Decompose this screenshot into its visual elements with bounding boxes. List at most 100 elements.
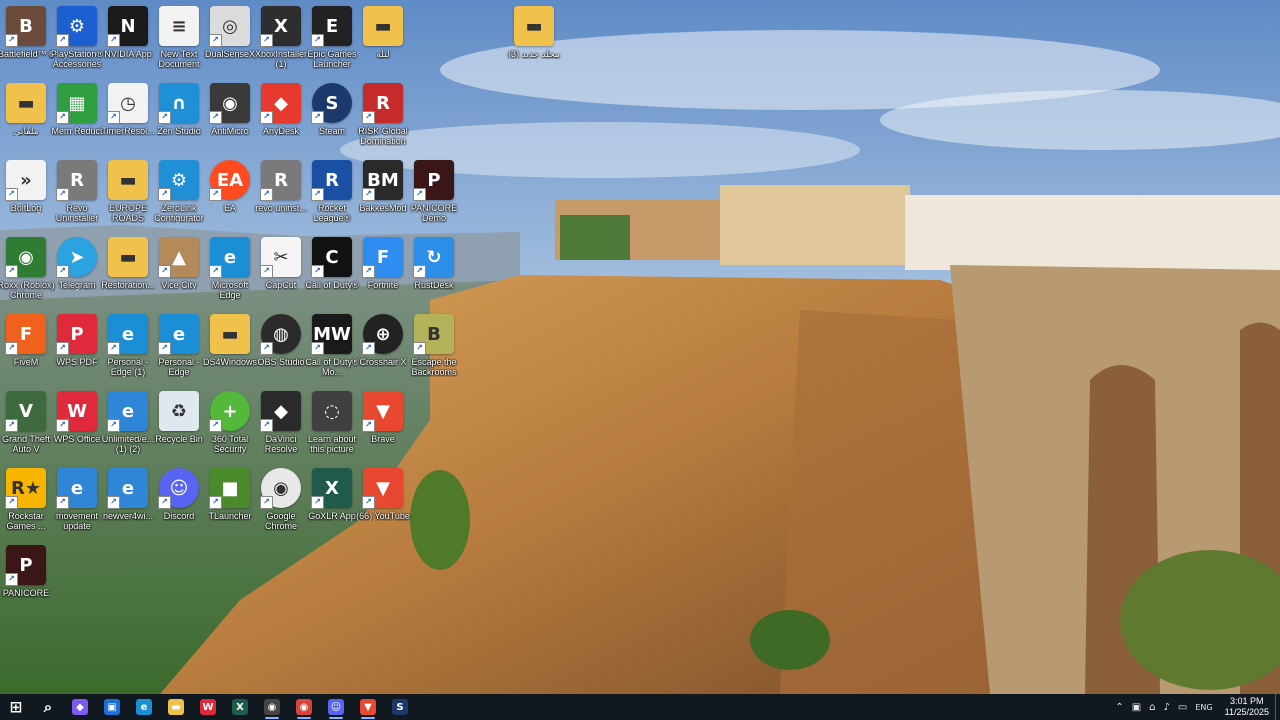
desktop-icon-dualsensex[interactable]: ◎ ↗ DualSenseX bbox=[204, 2, 256, 78]
desktop-icon-360-total-security[interactable]: + ↗ 360 Total Security bbox=[204, 387, 256, 463]
desktop-icon-telegram[interactable]: ➤ ↗ Telegram bbox=[51, 233, 103, 309]
desktop-icon-escape-the-backrooms[interactable]: B ↗ Escape the Backrooms bbox=[408, 310, 460, 386]
desktop-icon-zen-studio[interactable]: ∩ ↗ Zen Studio bbox=[153, 79, 205, 155]
desktop-icon-label: (66) YouTube bbox=[356, 511, 410, 521]
shortcut-arrow-icon: ↗ bbox=[311, 496, 324, 509]
chevron-up-icon[interactable]: ⌃ bbox=[1115, 702, 1123, 713]
desktop-icon-risk-global-domination[interactable]: R ↗ RISK Global Domination bbox=[357, 79, 409, 155]
desktop-icon-nvidia-app[interactable]: N ↗ NVIDIA App bbox=[102, 2, 154, 78]
desktop-icon-antimicro[interactable]: ◉ ↗ AntiMicro bbox=[204, 79, 256, 155]
app-icon: MW ↗ bbox=[311, 314, 352, 355]
desktop-icon-anydesk[interactable]: ◆ ↗ AnyDesk bbox=[255, 79, 307, 155]
desktop-icon-unlimited-e-1-2[interactable]: e ↗ Unlimited/e... (1) (2) bbox=[102, 387, 154, 463]
desktop-icon-brave[interactable]: ▼ ↗ Brave bbox=[357, 387, 409, 463]
discord-taskbar-icon: ☺ bbox=[328, 699, 344, 715]
desktop-icon-discord[interactable]: ☺ ↗ Discord bbox=[153, 464, 205, 540]
desktop-icon-rocket-league[interactable]: R ↗ Rocket League® bbox=[306, 156, 358, 232]
language-indicator[interactable]: ENG bbox=[1195, 703, 1212, 712]
desktop-icon-restoration[interactable]: ▬ Restoration... bbox=[101, 233, 155, 309]
tray-app-icon[interactable]: ▣ bbox=[1132, 702, 1141, 713]
app-icon: ▬ bbox=[363, 6, 403, 46]
desktop-icon-ea[interactable]: EA ↗ EA bbox=[204, 156, 256, 232]
desktop-icon-revo-uninstaller[interactable]: R ↗ Revo Uninstaller bbox=[51, 156, 103, 232]
store-taskbar-button[interactable]: ▣ bbox=[96, 694, 128, 720]
desktop-icon-personal-edge-1[interactable]: e ↗ Personal - Edge (1) bbox=[102, 310, 154, 386]
desktop-icon-wps-pdf[interactable]: P ↗ WPS PDF bbox=[51, 310, 103, 386]
goxlr-taskbar-button[interactable]: X bbox=[224, 694, 256, 720]
desktop-icon-revo-uninst[interactable]: R ↗ revo uninst... bbox=[255, 156, 307, 232]
desktop-icon-davinci-resolve[interactable]: ◆ ↗ DaVinci Resolve bbox=[255, 387, 307, 463]
desktop-icon-roxx-roblox-chrome[interactable]: ◉ ↗ Roxx (Roblox) Chrome bbox=[0, 233, 55, 309]
desktop-icon-call-of-duty[interactable]: C ↗ Call of Duty® bbox=[305, 233, 359, 309]
desktop-icon-epic-games-launcher[interactable]: E ↗ Epic Games Launcher bbox=[306, 2, 358, 78]
desktop-icon-new-text-document[interactable]: ≡ New Text Document bbox=[153, 2, 205, 78]
app-taskbar-button[interactable]: ◉ bbox=[256, 694, 288, 720]
desktop-icon-microsoft-edge[interactable]: e ↗ Microsoft Edge bbox=[204, 233, 256, 309]
taskbar-app-list: ⊞ ⌕ ◆ ▣ e ▬ W X ◉ ◉ ☺ ▼ S bbox=[0, 694, 416, 720]
desktop-icon-rockstar-games[interactable]: R★ ↗ Rockstar Games ... bbox=[0, 464, 52, 540]
start-button[interactable]: ⊞ bbox=[0, 694, 32, 720]
app-icon: BM ↗ bbox=[362, 160, 403, 201]
desktop-icon-steam[interactable]: S ↗ Steam bbox=[306, 79, 358, 155]
desktop-icon-wps-office[interactable]: W ↗ WPS Office bbox=[51, 387, 103, 463]
steam-taskbar-button[interactable]: S bbox=[384, 694, 416, 720]
desktop-icon-playstation-accessories[interactable]: ⚙ ↗ PlayStation® Accessories bbox=[51, 2, 103, 78]
desktop-icon-panicore-demo[interactable]: P ↗ PANICORE Demo bbox=[408, 156, 460, 232]
desktop-icon-ds4windows[interactable]: ▬ DS4Windows bbox=[203, 310, 257, 386]
desktop-icon-grand-theft-auto-v[interactable]: V ↗ Grand Theft Auto V bbox=[0, 387, 52, 463]
desktop-icon-vice-city[interactable]: ▲ ↗ Vice City bbox=[153, 233, 205, 309]
desktop-icon-bakkesmod[interactable]: BM ↗ BakkesMod bbox=[357, 156, 409, 232]
chrome-taskbar-button[interactable]: ◉ bbox=[288, 694, 320, 720]
desktop-icon-obs-studio[interactable]: ◍ ↗ OBS Studio bbox=[255, 310, 307, 386]
file-explorer-taskbar-button[interactable]: ▬ bbox=[160, 694, 192, 720]
brave-taskbar-button[interactable]: ▼ bbox=[352, 694, 384, 720]
edge-taskbar-button[interactable]: e bbox=[128, 694, 160, 720]
desktop-icon-rustdesk[interactable]: ↻ ↗ RustDesk bbox=[408, 233, 460, 309]
desktop-icon-capcut[interactable]: ✂ ↗ CapCut bbox=[255, 233, 307, 309]
clock[interactable]: 3:01 PM 11/25/2025 bbox=[1225, 696, 1269, 718]
desktop-icon-goxlr-app[interactable]: X ↗ GoXLR App bbox=[306, 464, 358, 540]
desktop-icon-europe-roads[interactable]: ▬ EUROPE ROADS bbox=[102, 156, 154, 232]
desktop-icon-[interactable]: ▬ ملفاتي bbox=[0, 79, 52, 155]
desktop-icon-fortnite[interactable]: F ↗ Fortnite bbox=[357, 233, 409, 309]
desktop-icon-label: Escape the Backrooms bbox=[411, 357, 457, 377]
desktop-icon-personal-edge[interactable]: e ↗ Personal - Edge bbox=[153, 310, 205, 386]
desktop-icon-66-youtube[interactable]: ▼ ↗ (66) YouTube bbox=[356, 464, 410, 540]
copilot-taskbar-button[interactable]: ◆ bbox=[64, 694, 96, 720]
wps-taskbar-button[interactable]: W bbox=[192, 694, 224, 720]
desktop-icon-xboxinstaller-1[interactable]: X ↗ XboxInstaller (1) bbox=[255, 2, 307, 78]
shortcut-arrow-icon: ↗ bbox=[56, 111, 69, 124]
desktop-icon-timerresol[interactable]: ◷ ↗ TimerResol... bbox=[101, 79, 155, 155]
desktop-icon-[interactable]: ▬ ليله bbox=[357, 2, 409, 78]
desktop-icon-zerolink-configurator[interactable]: ⚙ ↗ ZeroLink Configurator bbox=[153, 156, 205, 232]
desktop-icon-crosshair-x[interactable]: ⊕ ↗ Crosshair X bbox=[357, 310, 409, 386]
desktop-icon-movement-update[interactable]: e ↗ movement update bbox=[51, 464, 103, 540]
shortcut-arrow-icon: ↗ bbox=[260, 111, 273, 124]
desktop-icon-3[interactable]: ▬ (3) مجلد جديد bbox=[508, 2, 560, 78]
desktop-icon-mem-reduct[interactable]: ▦ ↗ Mem Reduct bbox=[51, 79, 103, 155]
shortcut-arrow-icon: ↗ bbox=[56, 342, 69, 355]
desktop-icon-newver4wi[interactable]: e ↗ newver4wi... bbox=[102, 464, 154, 540]
desktop-icon-learn-about-this-picture[interactable]: ◌ Learn about this picture bbox=[306, 387, 358, 463]
network-icon[interactable]: ⌂ bbox=[1149, 702, 1155, 713]
battery-icon[interactable]: ▭ bbox=[1178, 702, 1187, 713]
desktop-icon-call-of-duty-mo[interactable]: MW ↗ Call of Duty® Mo... bbox=[305, 310, 359, 386]
show-desktop-button[interactable] bbox=[1275, 694, 1280, 720]
app-icon: e ↗ bbox=[107, 391, 148, 432]
desktop-icon-battlefield-6[interactable]: B ↗ Battlefield™ 6 bbox=[0, 2, 54, 78]
desktop-icon-fivem[interactable]: F ↗ FiveM bbox=[0, 310, 52, 386]
app-icon: ◷ ↗ bbox=[107, 83, 148, 124]
desktop-icon-tlauncher[interactable]: ■ ↗ TLauncher bbox=[204, 464, 256, 540]
volume-icon[interactable]: ♪ bbox=[1164, 702, 1170, 713]
desktop-icon-boltlog[interactable]: » ↗ BoltLog bbox=[0, 156, 52, 232]
search-button[interactable]: ⌕ bbox=[32, 694, 64, 720]
shortcut-arrow-icon: ↗ bbox=[158, 496, 171, 509]
desktop-icon-panicore[interactable]: P ↗ PANICORE bbox=[0, 541, 52, 617]
desktop-icon-google-chrome[interactable]: ◉ ↗ Google Chrome bbox=[255, 464, 307, 540]
shortcut-arrow-icon: ↗ bbox=[311, 34, 324, 47]
discord-taskbar-button[interactable]: ☺ bbox=[320, 694, 352, 720]
app-icon: R ↗ bbox=[260, 160, 301, 201]
shortcut-arrow-icon: ↗ bbox=[413, 342, 426, 355]
desktop-icon-recycle-bin[interactable]: ♻ Recycle Bin bbox=[153, 387, 205, 463]
app-icon: E ↗ bbox=[311, 6, 352, 47]
